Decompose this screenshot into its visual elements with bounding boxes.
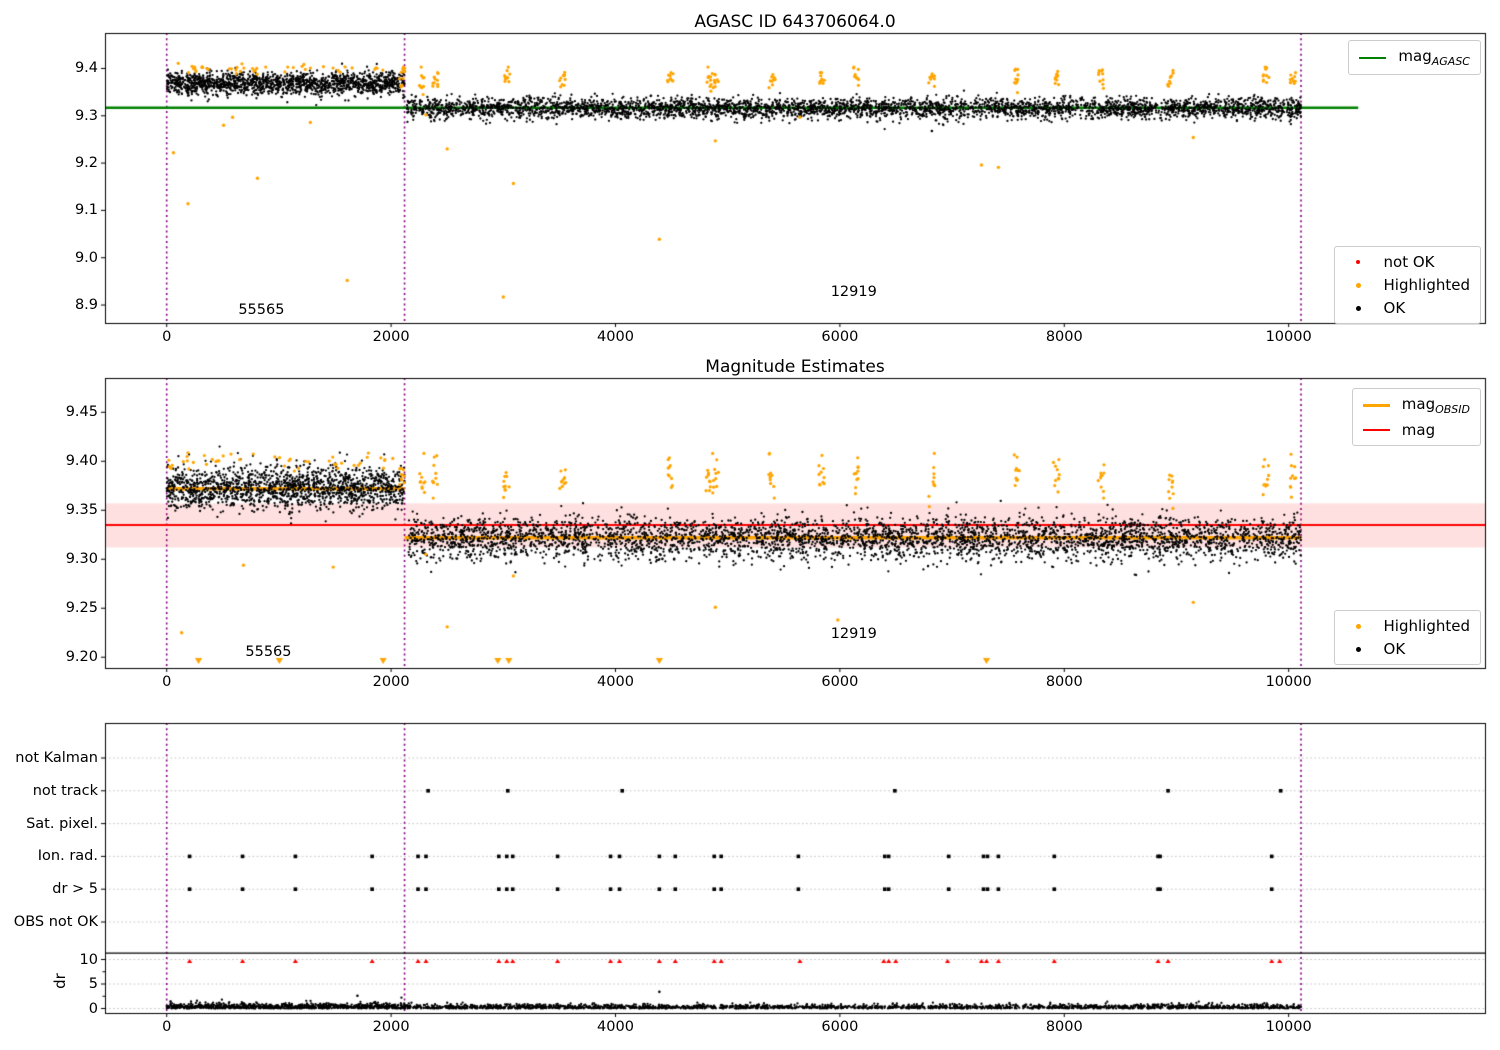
orange-dot-icon (1345, 282, 1372, 288)
legend-label-mag-obsid: magOBSID (1401, 395, 1470, 416)
obsid-annotation: 12919 (830, 283, 877, 300)
dr-axis-label: dr (50, 973, 69, 989)
obsid-annotation: 55565 (245, 644, 292, 661)
legend-highlight-status: Highlighted OK (1333, 610, 1481, 665)
black-dot-icon (1345, 646, 1372, 652)
legend-row: OK (1345, 299, 1470, 317)
legend-label-mag-agasc: magAGASC (1398, 47, 1470, 68)
green-line-swatch (1359, 56, 1387, 59)
top-plot-title: AGASC ID 643706064.0 (694, 12, 896, 32)
legend-label-ok: OK (1383, 640, 1406, 658)
legend-point-status: not OK Highlighted OK (1333, 246, 1481, 324)
legend-row: magAGASC (1359, 47, 1470, 68)
legend-label-not-ok: not OK (1383, 253, 1435, 271)
obsid-annotation: 12919 (830, 625, 877, 642)
legend-label-highlighted: Highlighted (1383, 617, 1470, 635)
legend-mag-agasc: magAGASC (1348, 40, 1481, 75)
legend-row: mag (1362, 421, 1470, 439)
legend-row: Highlighted (1345, 617, 1470, 635)
legend-row: magOBSID (1362, 395, 1470, 416)
orange-line-swatch (1362, 404, 1390, 407)
legend-row: OK (1345, 640, 1470, 658)
legend-mag-lines: magOBSID mag (1351, 388, 1481, 446)
red-dot-icon (1345, 260, 1372, 264)
legend-label-ok: OK (1383, 299, 1406, 317)
legend-row: not OK (1345, 253, 1470, 271)
plot-canvas (0, 0, 1500, 1050)
orange-dot-icon (1345, 623, 1372, 629)
black-dot-icon (1345, 305, 1372, 311)
figure: AGASC ID 643706064.0 Magnitude Estimates… (0, 0, 1500, 1050)
legend-label-highlighted: Highlighted (1383, 276, 1470, 294)
legend-label-mag: mag (1401, 421, 1436, 439)
red-line-swatch (1362, 429, 1390, 431)
obsid-annotation: 55565 (238, 302, 285, 319)
legend-row: Highlighted (1345, 276, 1470, 294)
middle-plot-title: Magnitude Estimates (705, 357, 885, 377)
